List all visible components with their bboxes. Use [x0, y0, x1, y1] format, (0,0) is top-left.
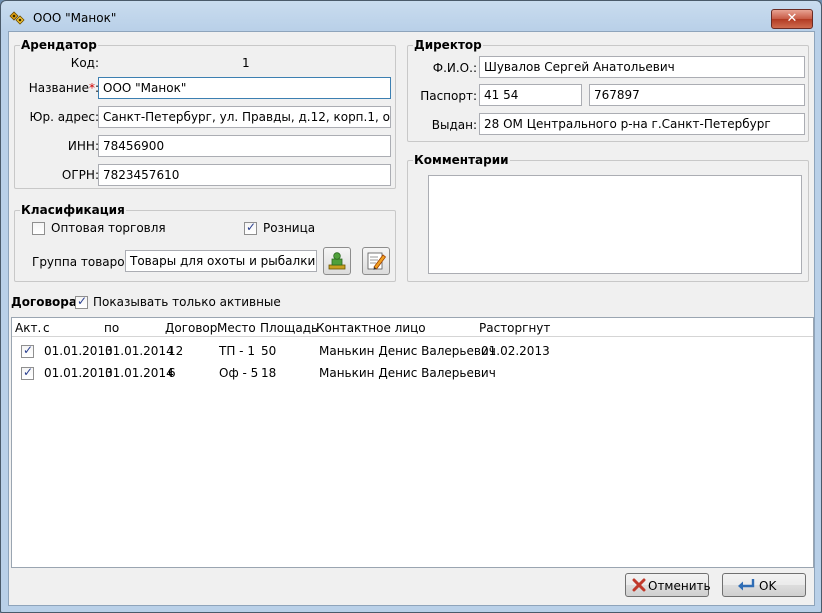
address-input[interactable]: Санкт-Петербург, ул. Правды, д.12, корп.…: [98, 106, 391, 128]
window-title: ООО "Манок": [33, 11, 117, 25]
wholesale-checkbox[interactable]: [32, 222, 45, 235]
ogrn-label: ОГРН:: [61, 168, 99, 182]
enter-arrow-icon: [738, 579, 755, 591]
cell-place: ТП - 1: [219, 344, 255, 358]
col-contract[interactable]: Договор: [165, 321, 217, 335]
retail-label[interactable]: Розница: [263, 221, 315, 235]
comments-group: Комментарии: [407, 153, 809, 282]
comments-textarea[interactable]: [428, 175, 802, 274]
code-label: Код:: [70, 56, 99, 70]
name-label: Название*:: [28, 81, 99, 95]
cancel-icon: [632, 578, 646, 592]
dialog-window: ООО "Манок" ✕ Арендатор Код: 1 Название*…: [0, 0, 822, 613]
fio-label: Ф.И.О.:: [432, 61, 477, 75]
cancel-button[interactable]: Отменить: [625, 573, 711, 597]
col-to[interactable]: по: [104, 321, 119, 335]
ok-button[interactable]: OK: [722, 573, 806, 597]
edit-icon: [367, 252, 387, 270]
address-label: Юр. адрес:: [29, 110, 100, 124]
passport-number-input[interactable]: 767897: [589, 84, 805, 106]
ok-button-label: OK: [759, 579, 777, 593]
app-icon: [9, 11, 25, 25]
col-contact[interactable]: Контактное лицо: [316, 321, 426, 335]
row-active-checkbox[interactable]: [21, 365, 34, 380]
only-active-label[interactable]: Показывать только активные: [93, 295, 281, 309]
col-place[interactable]: Место: [217, 321, 256, 335]
tenant-group: Арендатор Код: 1 Название*: ООО "Манок" …: [14, 38, 396, 189]
classification-group: Класификация Оптовая торговля Розница Гр…: [14, 203, 396, 282]
cancel-button-label: Отменить: [648, 579, 711, 593]
col-active[interactable]: Акт.: [15, 321, 41, 335]
cell-terminated: 01.02.2013: [481, 344, 550, 358]
table-row[interactable]: 01.01.2013 01.01.2014 12 ТП - 1 50 Маньк…: [12, 340, 813, 362]
table-header: Акт. с по Договор Место Площадь Контактн…: [12, 318, 813, 337]
edit-group-button[interactable]: [362, 247, 390, 275]
close-icon: ✕: [786, 11, 798, 26]
wholesale-label[interactable]: Оптовая торговля: [51, 221, 166, 235]
contracts-title: Договора: [11, 295, 77, 309]
row-active-checkbox[interactable]: [21, 343, 34, 358]
col-area[interactable]: Площадь: [260, 321, 318, 335]
fio-input[interactable]: Шувалов Сергей Анатольевич: [479, 56, 805, 78]
cell-place: Оф - 5: [219, 366, 259, 380]
director-group: Директор Ф.И.О.: Шувалов Сергей Анатолье…: [407, 38, 809, 142]
retail-checkbox[interactable]: [244, 220, 257, 235]
title-bar[interactable]: ООО "Манок" ✕: [1, 1, 821, 31]
cell-contact: Манькин Денис Валерьевич: [319, 366, 496, 380]
only-active-checkbox[interactable]: [75, 294, 88, 309]
contracts-table[interactable]: Акт. с по Договор Место Площадь Контактн…: [11, 317, 814, 568]
col-from[interactable]: с: [43, 321, 50, 335]
stamp-icon: [328, 252, 346, 270]
cell-area: 18: [261, 366, 277, 380]
cell-contract: 12: [168, 344, 184, 358]
inn-input[interactable]: 78456900: [98, 135, 391, 157]
director-group-title: Директор: [413, 38, 483, 52]
cell-to: 01.01.2014: [105, 366, 174, 380]
cell-area: 50: [261, 344, 277, 358]
issued-label: Выдан:: [431, 118, 477, 132]
passport-series-input[interactable]: 41 54: [479, 84, 582, 106]
product-group-input[interactable]: Товары для охоты и рыбалки: [125, 250, 317, 272]
inn-label: ИНН:: [67, 139, 99, 153]
table-row[interactable]: 01.01.2013 01.01.2014 6 Оф - 5 18 Маньки…: [12, 362, 813, 384]
pick-group-button[interactable]: [323, 247, 351, 275]
close-button[interactable]: ✕: [771, 9, 813, 29]
dialog-body: Арендатор Код: 1 Название*: ООО "Манок" …: [8, 31, 815, 606]
comments-group-title: Комментарии: [413, 153, 510, 167]
issued-input[interactable]: 28 ОМ Центрального р-на г.Санкт-Петербур…: [479, 113, 805, 135]
classification-group-title: Класификация: [20, 203, 126, 217]
cell-contact: Манькин Денис Валерьевич: [319, 344, 496, 358]
cell-to: 01.01.2014: [105, 344, 174, 358]
code-value: 1: [242, 56, 250, 70]
cell-contract: 6: [168, 366, 176, 380]
col-terminated[interactable]: Расторгнут: [479, 321, 550, 335]
tenant-group-title: Арендатор: [20, 38, 98, 52]
ogrn-input[interactable]: 7823457610: [98, 164, 391, 186]
name-input[interactable]: ООО "Манок": [98, 77, 391, 99]
cell-from: 01.01.2013: [44, 344, 113, 358]
cell-from: 01.01.2013: [44, 366, 113, 380]
product-group-label: Группа товаров:: [32, 255, 136, 269]
passport-label: Паспорт:: [420, 89, 477, 103]
